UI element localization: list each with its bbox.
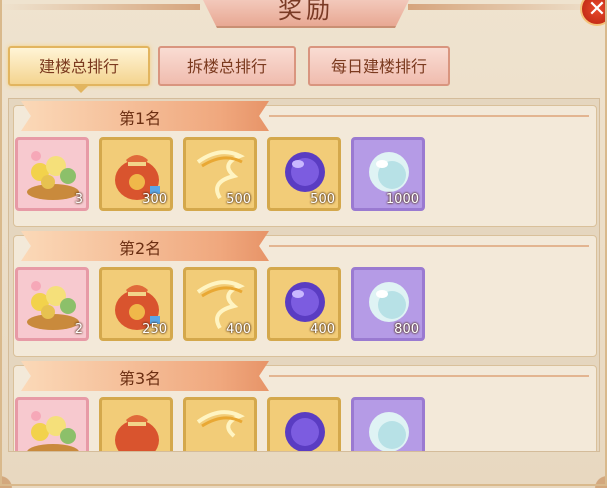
item-count: 800 <box>394 322 419 337</box>
reward-item[interactable] <box>351 397 425 451</box>
divider <box>269 115 589 117</box>
item-count: 2 <box>74 322 83 337</box>
reward-item[interactable] <box>183 397 257 451</box>
corner-ornament <box>0 464 30 488</box>
rank-ribbon: 第1名 <box>21 101 269 131</box>
rank-row: 第2名 2 250 400 400 800 <box>13 231 597 357</box>
gift-bag-icon <box>115 415 159 451</box>
purple-orb-icon <box>285 412 325 451</box>
reward-item[interactable]: 2 <box>15 267 89 341</box>
item-count: 250 <box>142 322 167 337</box>
divider <box>269 375 589 377</box>
title-wing-right <box>408 4 607 10</box>
rank-label: 第2名 <box>119 239 162 258</box>
reward-item[interactable]: 800 <box>351 267 425 341</box>
rank-ribbon: 第2名 <box>21 231 269 261</box>
rank-row: 第1名 3 300 500 500 1000 <box>13 101 597 227</box>
title-wing-left <box>0 4 200 10</box>
item-count: 500 <box>226 192 251 207</box>
item-count: 1000 <box>385 192 419 207</box>
reward-item[interactable]: 500 <box>267 137 341 211</box>
reward-item[interactable]: 400 <box>267 267 341 341</box>
page-title: 奖励 <box>278 0 334 24</box>
reward-item[interactable]: 400 <box>183 267 257 341</box>
close-button[interactable]: ✕ <box>580 0 607 26</box>
item-count: 400 <box>226 322 251 337</box>
rank-label: 第1名 <box>119 109 162 128</box>
rank-ribbon: 第3名 <box>21 361 269 391</box>
rank-row: 第3名 <box>13 361 597 451</box>
corner-ornament <box>577 464 607 488</box>
reward-item[interactable]: 3 <box>15 137 89 211</box>
reward-item[interactable] <box>267 397 341 451</box>
rank-label: 第3名 <box>119 369 162 388</box>
item-count: 300 <box>142 192 167 207</box>
reward-item[interactable] <box>99 397 173 451</box>
item-count: 3 <box>74 192 83 207</box>
flower-basket-icon <box>27 411 79 451</box>
reward-item[interactable]: 500 <box>183 137 257 211</box>
reward-item[interactable]: 250 <box>99 267 173 341</box>
reward-list[interactable]: 第1名 3 300 500 500 1000 第2名 2 250 400 400… <box>8 98 600 452</box>
reward-item[interactable]: 300 <box>99 137 173 211</box>
pearl-orb-icon <box>369 412 409 451</box>
tab-total-demolish-ranking[interactable]: 拆楼总排行 <box>158 46 296 86</box>
close-icon: ✕ <box>587 0 607 22</box>
item-count: 500 <box>310 192 335 207</box>
title-banner: 奖励 <box>200 0 412 28</box>
reward-item[interactable] <box>15 397 89 451</box>
tab-daily-build-ranking[interactable]: 每日建楼排行 <box>308 46 450 86</box>
item-count: 400 <box>310 322 335 337</box>
reward-item[interactable]: 1000 <box>351 137 425 211</box>
divider <box>269 245 589 247</box>
tab-total-build-ranking[interactable]: 建楼总排行 <box>8 46 150 93</box>
golden-ribbon-icon <box>196 410 245 438</box>
reward-panel: 奖励 ✕ 建楼总排行 拆楼总排行 每日建楼排行 第1名 3 300 500 50… <box>0 0 607 488</box>
